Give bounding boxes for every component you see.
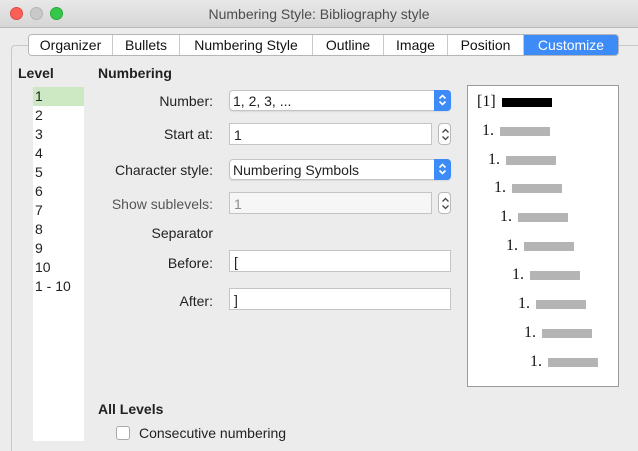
show-sublevels-value: 1 bbox=[234, 196, 242, 212]
start-at-field[interactable]: 1 bbox=[229, 123, 432, 145]
level-item-1[interactable]: 1 bbox=[33, 87, 84, 106]
level-heading: Level bbox=[18, 65, 54, 81]
level-item-all[interactable]: 1 - 10 bbox=[33, 277, 84, 296]
level-item-2[interactable]: 2 bbox=[33, 106, 84, 125]
preview-text-line bbox=[542, 328, 592, 338]
preview-text-line bbox=[506, 155, 556, 165]
preview-number: 1. bbox=[500, 208, 512, 225]
tab-image[interactable]: Image bbox=[384, 35, 448, 55]
preview-text-line bbox=[530, 270, 580, 280]
after-field[interactable]: ] bbox=[229, 288, 451, 310]
level-item-8[interactable]: 8 bbox=[33, 220, 84, 239]
number-select-value: 1, 2, 3, ... bbox=[233, 93, 292, 109]
preview-number: 1. bbox=[506, 237, 518, 254]
level-item-7[interactable]: 7 bbox=[33, 201, 84, 220]
before-value: [ bbox=[234, 254, 238, 270]
preview-row: 1. bbox=[512, 266, 580, 284]
character-style-value: Numbering Symbols bbox=[233, 162, 360, 178]
preview-row: 1. bbox=[518, 295, 586, 313]
preview-number: 1. bbox=[530, 353, 542, 370]
level-item-10[interactable]: 10 bbox=[33, 258, 84, 277]
preview-row: 1. bbox=[506, 237, 574, 255]
level-item-6[interactable]: 6 bbox=[33, 182, 84, 201]
show-sublevels-stepper[interactable] bbox=[438, 192, 451, 214]
preview-row: 1. bbox=[488, 151, 556, 169]
level-item-4[interactable]: 4 bbox=[33, 144, 84, 163]
number-label: Number: bbox=[159, 93, 213, 109]
preview-row: 1. bbox=[482, 122, 550, 140]
preview-text-line bbox=[524, 241, 574, 251]
show-sublevels-field[interactable]: 1 bbox=[229, 192, 432, 214]
numbering-preview: [1] 1. 1. 1. 1. 1. 1. 1. 1. 1. bbox=[467, 85, 619, 387]
preview-row: 1. bbox=[500, 208, 568, 226]
level-item-9[interactable]: 9 bbox=[33, 239, 84, 258]
level-item-3[interactable]: 3 bbox=[33, 125, 84, 144]
preview-number: [1] bbox=[477, 93, 496, 110]
start-at-label: Start at: bbox=[163, 126, 213, 142]
stepper-arrows-icon bbox=[442, 128, 449, 141]
preview-text-line bbox=[518, 212, 568, 222]
preview-row: [1] bbox=[477, 93, 552, 111]
consecutive-numbering-checkbox[interactable] bbox=[116, 426, 130, 440]
preview-number: 1. bbox=[482, 122, 494, 139]
preview-number: 1. bbox=[488, 151, 500, 168]
level-list[interactable]: 1 2 3 4 5 6 7 8 9 10 1 - 10 bbox=[33, 87, 84, 441]
preview-text-line bbox=[536, 299, 586, 309]
window-title: Numbering Style: Bibliography style bbox=[208, 6, 430, 22]
preview-row: 1. bbox=[530, 353, 598, 371]
preview-text-line bbox=[501, 97, 552, 107]
start-at-stepper[interactable] bbox=[438, 123, 451, 145]
character-style-select[interactable]: Numbering Symbols bbox=[229, 159, 451, 180]
select-arrows-icon bbox=[434, 90, 451, 111]
consecutive-numbering-label[interactable]: Consecutive numbering bbox=[139, 425, 286, 441]
preview-row: 1. bbox=[494, 179, 562, 197]
after-label: After: bbox=[179, 293, 213, 309]
number-select[interactable]: 1, 2, 3, ... bbox=[229, 90, 451, 111]
stepper-arrows-icon bbox=[442, 197, 449, 210]
preview-number: 1. bbox=[512, 266, 524, 283]
tab-outline[interactable]: Outline bbox=[313, 35, 384, 55]
before-label: Before: bbox=[167, 255, 213, 271]
show-sublevels-label: Show sublevels: bbox=[111, 196, 213, 212]
select-arrows-icon bbox=[434, 159, 451, 180]
numbering-heading: Numbering bbox=[98, 65, 172, 81]
start-at-value: 1 bbox=[234, 127, 242, 143]
preview-text-line bbox=[500, 126, 550, 136]
title-bar: Numbering Style: Bibliography style bbox=[0, 0, 638, 28]
character-style-label: Character style: bbox=[114, 162, 213, 178]
after-value: ] bbox=[234, 292, 238, 308]
tab-bullets[interactable]: Bullets bbox=[113, 35, 180, 55]
preview-text-line bbox=[512, 183, 562, 193]
preview-text-line bbox=[548, 357, 598, 367]
separator-label: Separator bbox=[151, 225, 213, 241]
preview-number: 1. bbox=[524, 324, 536, 341]
tab-organizer[interactable]: Organizer bbox=[29, 35, 113, 55]
tab-numbering-style[interactable]: Numbering Style bbox=[180, 35, 313, 55]
tab-position[interactable]: Position bbox=[448, 35, 524, 55]
tab-customize[interactable]: Customize bbox=[524, 35, 618, 55]
before-field[interactable]: [ bbox=[229, 250, 451, 272]
preview-row: 1. bbox=[524, 324, 592, 342]
preview-number: 1. bbox=[494, 179, 506, 196]
all-levels-heading: All Levels bbox=[98, 401, 164, 417]
preview-number: 1. bbox=[518, 295, 530, 312]
tab-bar: Organizer Bullets Numbering Style Outlin… bbox=[28, 34, 619, 56]
level-item-5[interactable]: 5 bbox=[33, 163, 84, 182]
